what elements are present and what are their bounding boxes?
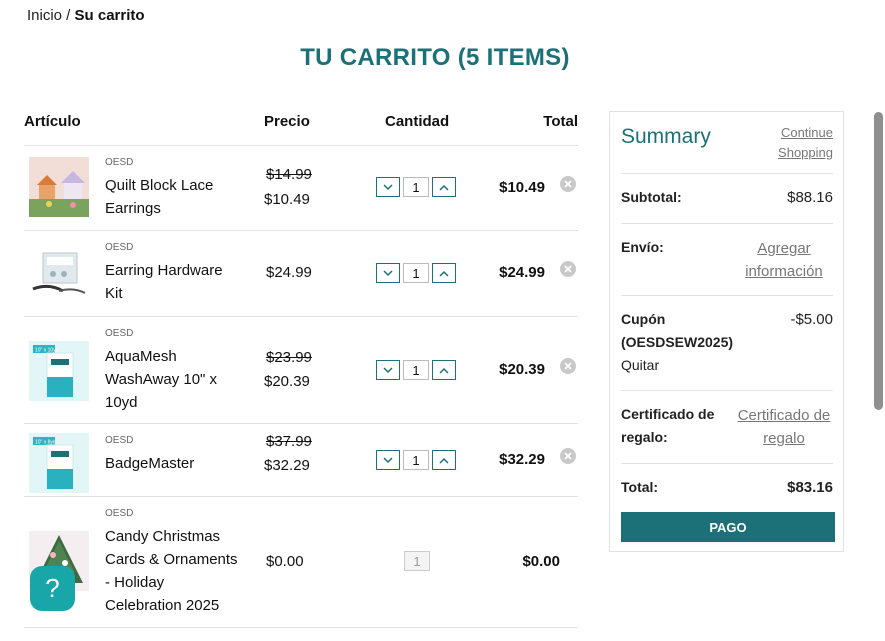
cart-table-header: Artículo Precio Cantidad Total: [24, 105, 578, 146]
close-icon: [564, 362, 572, 370]
cart-row: OESD Earring Hardware Kit $24.99 1 $24.9…: [24, 231, 578, 317]
increase-quantity-button[interactable]: [432, 360, 456, 380]
summary-title: Summary: [621, 125, 711, 148]
item-brand: OESD: [105, 157, 134, 168]
header-price: Precio: [264, 113, 310, 130]
header-total: Total: [543, 113, 578, 130]
item-brand: OESD: [105, 435, 134, 446]
cart-table: Artículo Precio Cantidad Total OESD Quil…: [24, 105, 578, 628]
header-quantity: Cantidad: [385, 113, 450, 130]
quantity-input[interactable]: 1: [403, 360, 429, 380]
item-total: $24.99: [499, 264, 545, 281]
item-original-price: $14.99: [266, 166, 312, 183]
divider: [621, 390, 833, 391]
shipping-label: Envío:: [621, 239, 664, 255]
remove-item-button[interactable]: [560, 261, 576, 277]
quantity-input[interactable]: 1: [403, 263, 429, 283]
item-name-link[interactable]: Quilt Block Lace Earrings: [105, 174, 240, 220]
decrease-quantity-button[interactable]: [376, 450, 400, 470]
coupon-value: -$5.00: [790, 311, 833, 328]
header-item: Artículo: [24, 113, 81, 130]
breadcrumb-current: Su carrito: [74, 7, 145, 24]
item-total: $32.29: [499, 451, 545, 468]
cart-row: OESD Candy Christmas Cards & Ornaments -…: [24, 497, 578, 628]
remove-coupon-link[interactable]: Quitar: [621, 357, 659, 373]
decrease-quantity-button[interactable]: [376, 177, 400, 197]
subtotal-label: Subtotal:: [621, 189, 682, 205]
chevron-down-icon: [383, 366, 393, 373]
chevron-up-icon: [439, 367, 449, 374]
item-total: $10.49: [499, 179, 545, 196]
chevron-up-icon: [439, 270, 449, 277]
earrings-photo[interactable]: [29, 157, 89, 217]
hardware-kit-photo[interactable]: [29, 243, 89, 303]
decrease-quantity-button[interactable]: [376, 263, 400, 283]
close-icon: [564, 180, 572, 188]
quantity-stepper: 1: [376, 263, 456, 283]
quantity-input[interactable]: 1: [403, 450, 429, 470]
coupon-label: Cupón (OESDSEW2025): [621, 311, 734, 350]
item-name-link[interactable]: BadgeMaster: [105, 452, 240, 475]
remove-item-button[interactable]: [560, 358, 576, 374]
aquamesh-roll-photo[interactable]: 10" x 10yd: [29, 341, 89, 401]
item-name-link[interactable]: Candy Christmas Cards & Ornaments - Holi…: [105, 525, 240, 617]
add-shipping-info-link[interactable]: Agregar información: [735, 237, 833, 283]
item-sale-price: $20.39: [264, 373, 310, 390]
quantity-stepper: 1: [376, 177, 456, 197]
quantity-input[interactable]: 1: [403, 177, 429, 197]
quantity-stepper: 1: [376, 450, 456, 470]
item-price: $0.00: [266, 553, 304, 570]
remove-item-button[interactable]: [560, 448, 576, 464]
item-name-link[interactable]: AquaMesh WashAway 10" x 10yd: [105, 345, 240, 414]
chevron-up-icon: [439, 457, 449, 464]
subtotal-value: $88.16: [787, 189, 833, 206]
total-label: Total:: [621, 479, 659, 495]
gift-certificate-label: Certificado de regalo:: [621, 406, 715, 445]
chevron-down-icon: [383, 183, 393, 190]
total-value: $83.16: [787, 479, 833, 496]
badgemaster-roll-photo[interactable]: 10" x 8yd: [29, 433, 89, 493]
scrollbar-thumb[interactable]: [874, 112, 883, 410]
item-name-link[interactable]: Earring Hardware Kit: [105, 259, 240, 305]
divider: [621, 295, 833, 296]
divider: [621, 463, 833, 464]
decrease-quantity-button[interactable]: [376, 360, 400, 380]
quantity-stepper: 1: [376, 360, 456, 380]
item-original-price: $37.99: [266, 433, 312, 450]
cart-row: OESD Quilt Block Lace Earrings $14.99 $1…: [24, 146, 578, 231]
continue-shopping-link[interactable]: Continue Shopping: [753, 123, 833, 163]
cart-row: 10" x 10yd OESD AquaMesh WashAway 10" x …: [24, 317, 578, 424]
increase-quantity-button[interactable]: [432, 450, 456, 470]
item-total: $20.39: [499, 361, 545, 378]
quantity-input-disabled: 1: [404, 551, 430, 571]
remove-item-button[interactable]: [560, 176, 576, 192]
item-original-price: $23.99: [266, 349, 312, 366]
item-sale-price: $10.49: [264, 191, 310, 208]
chevron-down-icon: [383, 269, 393, 276]
increase-quantity-button[interactable]: [432, 263, 456, 283]
chevron-down-icon: [383, 456, 393, 463]
item-price: $24.99: [266, 264, 312, 281]
breadcrumb-home-link[interactable]: Inicio /: [27, 7, 70, 24]
divider: [621, 223, 833, 224]
order-summary: Summary Continue Shopping Subtotal: $88.…: [609, 111, 844, 552]
breadcrumb: Inicio / Su carrito: [27, 7, 145, 24]
cart-row: 10" x 8yd OESD BadgeMaster $37.99 $32.29…: [24, 424, 578, 497]
divider: [621, 173, 833, 174]
gift-certificate-link[interactable]: Certificado de regalo: [735, 404, 833, 450]
increase-quantity-button[interactable]: [432, 177, 456, 197]
item-sale-price: $32.29: [264, 457, 310, 474]
page-title: TU CARRITO (5 ITEMS): [300, 44, 570, 71]
item-brand: OESD: [105, 508, 134, 519]
item-brand: OESD: [105, 328, 134, 339]
close-icon: [564, 452, 572, 460]
chevron-up-icon: [439, 184, 449, 191]
item-brand: OESD: [105, 242, 134, 253]
help-button[interactable]: ?: [30, 566, 75, 611]
item-total: $0.00: [522, 553, 560, 570]
close-icon: [564, 265, 572, 273]
checkout-button[interactable]: PAGO: [621, 512, 835, 542]
